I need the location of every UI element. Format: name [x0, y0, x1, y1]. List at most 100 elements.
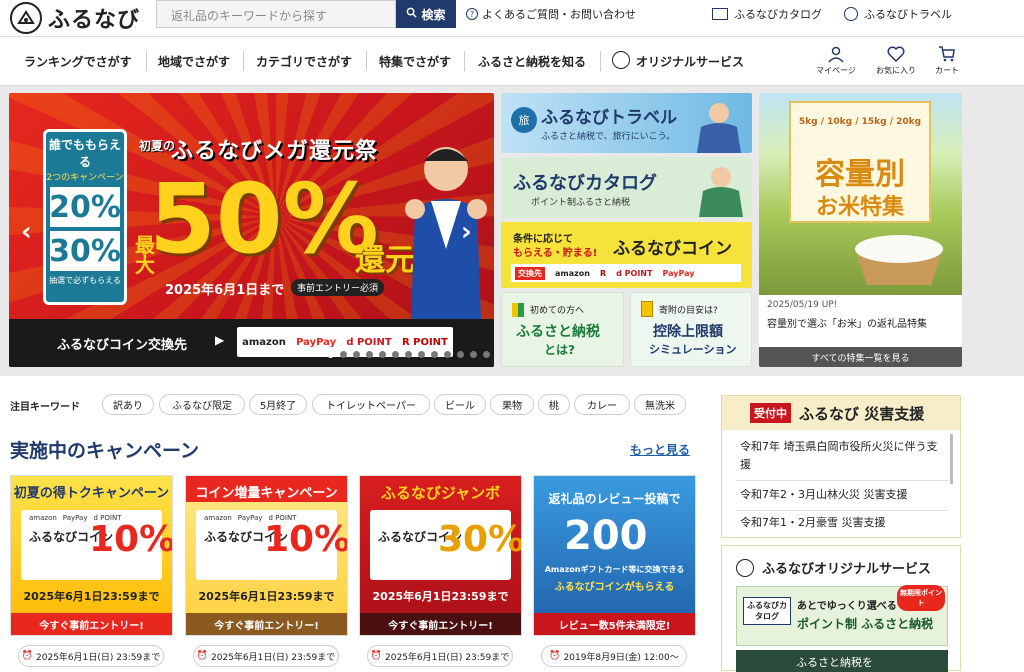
- beginner-banner[interactable]: 初めての方へ ふるさと納税 とは?: [501, 292, 624, 367]
- carousel-dot[interactable]: [327, 351, 334, 358]
- card-head: 返礼品のレビュー投稿で: [548, 492, 681, 506]
- cart-button[interactable]: カート: [924, 43, 970, 76]
- carousel-dot[interactable]: [340, 351, 347, 358]
- carousel-dot[interactable]: [457, 351, 464, 358]
- paypay-logo: PayPay: [62, 514, 88, 522]
- scrollbar[interactable]: [950, 434, 953, 484]
- favorites-button[interactable]: お気に入り: [873, 43, 919, 76]
- campaign-card[interactable]: コイン増量キャンペーン amazon PayPay d POINT ふるなびコイン …: [185, 475, 348, 636]
- arrow-right-icon: ▶: [215, 333, 225, 347]
- person-image: [405, 147, 487, 319]
- more-link[interactable]: もっと見る: [630, 441, 690, 458]
- carousel-dot[interactable]: [431, 351, 438, 358]
- rpoint-logo: R: [599, 268, 607, 278]
- logo[interactable]: ふるなび: [10, 2, 140, 34]
- nav-category[interactable]: カテゴリでさがす: [256, 53, 352, 70]
- keyword-pill[interactable]: カレー: [574, 394, 630, 415]
- carousel-dot[interactable]: [379, 351, 386, 358]
- rpoint-logo: R POINT: [401, 336, 448, 348]
- cart-label: カート: [935, 66, 959, 75]
- search-button[interactable]: 検索: [396, 0, 456, 28]
- carousel-next-button[interactable]: ›: [461, 217, 472, 247]
- carousel-prev-button[interactable]: ‹: [21, 217, 32, 247]
- dpoint-logo: d POINT: [616, 268, 653, 278]
- carousel-dot[interactable]: [405, 351, 412, 358]
- carousel-dots: [327, 351, 494, 358]
- keyword-pill[interactable]: 5月終了: [249, 394, 307, 415]
- hero-title: ふるなびメガ還元祭: [171, 139, 379, 164]
- catalog-link[interactable]: ふるなびカタログ: [712, 6, 822, 22]
- original-header: ふるなびオリジナルサービス: [736, 558, 931, 577]
- carousel-dot[interactable]: [353, 351, 360, 358]
- coin-exchange-label: 交換先: [515, 266, 545, 280]
- exchange-label: ふるなびコイン交換先: [57, 338, 188, 353]
- simulation-small: 寄附の目安は?: [659, 306, 718, 316]
- catalog-icon: [712, 8, 728, 20]
- nav-divider: [600, 51, 601, 71]
- travel-banner[interactable]: 旅 ふるなびトラベル ふるさと納税で、旅行にいこう。: [501, 93, 752, 153]
- logo-text: ふるなび: [48, 8, 141, 33]
- keyword-pill[interactable]: ふるなび限定: [159, 394, 245, 415]
- nav-region[interactable]: 地域でさがす: [158, 53, 230, 70]
- beginner-mark-icon: [512, 303, 524, 317]
- carousel-dot[interactable]: [470, 351, 477, 358]
- nav-original[interactable]: オリジナルサービス: [636, 53, 744, 70]
- rice-title2: お米特集: [815, 195, 904, 220]
- catalog-banner-sub: ポイント制ふるさと納税: [531, 198, 631, 208]
- premium-banner[interactable]: ふるさと納税を: [736, 650, 948, 672]
- nav-feature[interactable]: 特集でさがす: [379, 53, 451, 70]
- travel-banner-sub: ふるさと納税で、旅行にいこう。: [541, 132, 676, 142]
- search-input[interactable]: 返礼品のキーワードから探す: [156, 0, 396, 28]
- hero-campaign-badge: 誰でももらえる 2つのキャンペーン 20% 30% 抽選で必ずもらえる: [43, 129, 127, 305]
- rice-feature-banner[interactable]: 5kg / 10kg / 15kg / 20kg 容量別 お米特集 2025/0…: [759, 93, 962, 367]
- keyword-pill[interactable]: ビール: [434, 394, 486, 415]
- disaster-item[interactable]: 令和7年2・3月山林火災 災害支援: [740, 486, 940, 504]
- divider: [736, 480, 948, 481]
- coin-banner[interactable]: 条件に応じて もらえる・貯まる! ふるなびコイン 交換先 amazon R d …: [501, 222, 752, 288]
- mypage-label: マイページ: [816, 66, 856, 75]
- card-body: amazon PayPay d POINT ふるなびコイン 10%: [21, 510, 172, 580]
- keyword-pill[interactable]: 桃: [538, 394, 570, 415]
- carousel-dot[interactable]: [483, 351, 490, 358]
- card-cta: 今すぐ事前エントリー!: [186, 613, 347, 635]
- campaign-card[interactable]: 返礼品のレビュー投稿で 200 Amazonギフトカード等に交換できる ふるなび…: [533, 475, 696, 636]
- all-features-link[interactable]: すべての特集一覧を見る: [759, 347, 962, 367]
- disaster-item[interactable]: 令和7年 埼玉県白岡市役所火災に伴う支援: [740, 438, 940, 474]
- keyword-pill[interactable]: 無洗米: [634, 394, 686, 415]
- carousel-dot[interactable]: [418, 351, 425, 358]
- original-service-panel: ふるなびオリジナルサービス ふるなびカタログ あとでゆっくり選べる ポイント制 …: [721, 545, 961, 672]
- carousel-dot[interactable]: [444, 351, 451, 358]
- badge-line1: 誰でももらえる: [48, 138, 121, 169]
- carousel-dot[interactable]: [366, 351, 373, 358]
- keyword-pill[interactable]: 果物: [490, 394, 534, 415]
- search-icon: [406, 7, 418, 21]
- card-head: ふるなびジャンボ: [380, 484, 501, 502]
- hero-exchange-bar: ふるなびコイン交換先 ▶ amazon PayPay d POINT R POI…: [9, 319, 494, 367]
- keyword-pill[interactable]: トイレットペーパー: [312, 394, 430, 415]
- simulation-banner[interactable]: 寄附の目安は? 控除上限額 シミュレーション: [630, 292, 752, 367]
- paypay-logo: PayPay: [237, 514, 263, 522]
- hero-date: 2025年6月1日まで: [165, 283, 285, 298]
- header: ふるなび 返礼品のキーワードから探す 検索 ? よくあるご質問・お問い合わせ ふ…: [0, 0, 1024, 36]
- rice-image: 5kg / 10kg / 15kg / 20kg 容量別 お米特集: [759, 93, 962, 295]
- catalog-service-banner[interactable]: ふるなびカタログ あとでゆっくり選べる ポイント制 ふるさと納税 無期限ポイント: [736, 585, 948, 646]
- hero-carousel[interactable]: 誰でももらえる 2つのキャンペーン 20% 30% 抽選で必ずもらえる 初夏の …: [9, 93, 494, 367]
- mypage-button[interactable]: マイページ: [813, 43, 859, 76]
- faq-link[interactable]: ? よくあるご質問・お問い合わせ: [466, 6, 636, 22]
- amazon-logo: amazon: [242, 336, 286, 348]
- disaster-item[interactable]: 令和7年1・2月豪雪 災害支援: [740, 514, 940, 532]
- cart-icon: [924, 43, 970, 65]
- travel-link[interactable]: ふるなびトラベル: [844, 6, 952, 22]
- help-icon: ?: [466, 8, 478, 20]
- nav-about[interactable]: ふるさと納税を知る: [478, 53, 586, 70]
- catalog-line2: ポイント制 ふるさと納税: [797, 617, 934, 631]
- rice-bowl-image: [855, 235, 943, 285]
- catalog-banner[interactable]: ふるなびカタログ ポイント制ふるさと納税: [501, 157, 752, 218]
- campaign-card[interactable]: 初夏の得トクキャンペーン amazon PayPay d POINT ふるなびコイン…: [10, 475, 173, 636]
- campaign-card[interactable]: ふるなびジャンボ ふるなびコイン 30% 2025年6月1日23:59まで 今す…: [359, 475, 522, 636]
- carousel-dot[interactable]: [392, 351, 399, 358]
- user-icon: [813, 43, 859, 65]
- nav-ranking[interactable]: ランキングでさがす: [24, 53, 132, 70]
- keyword-pill[interactable]: 訳あり: [102, 394, 154, 415]
- card-date: Amazonギフトカード等に交換できる: [544, 565, 685, 574]
